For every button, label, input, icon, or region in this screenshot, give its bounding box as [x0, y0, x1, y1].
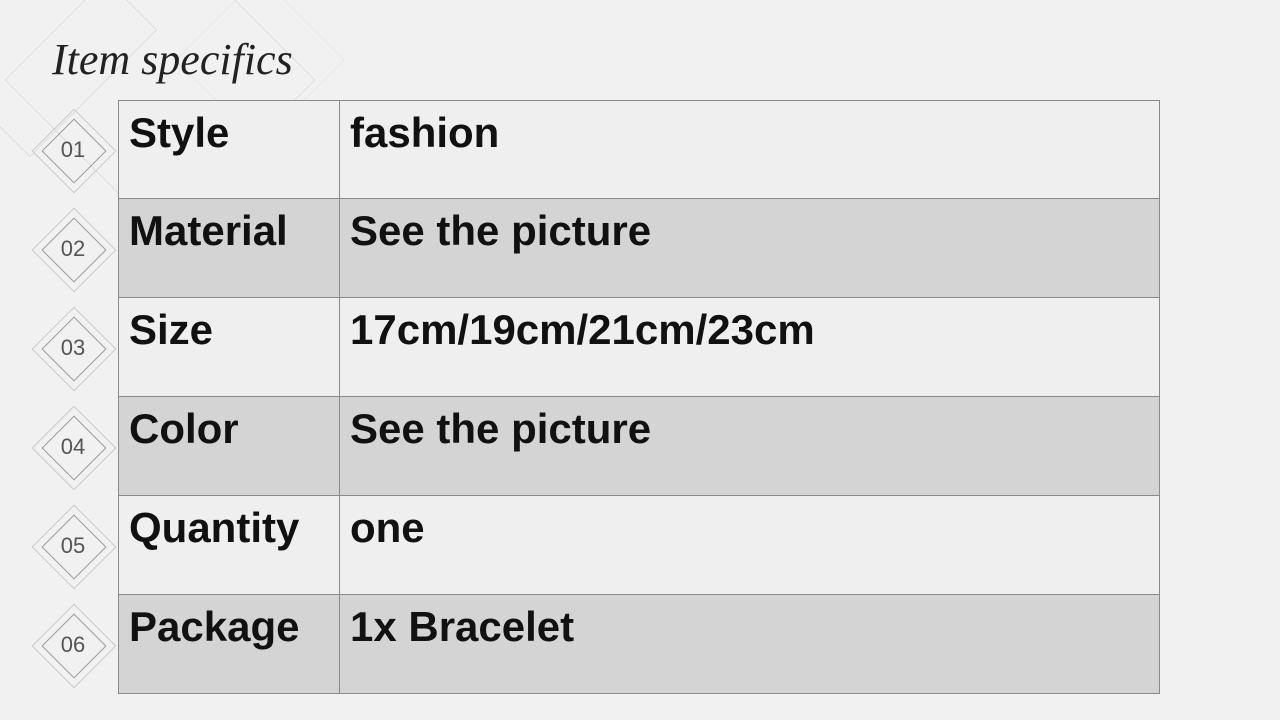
spec-key: Size: [118, 298, 340, 397]
diamond-icon: 01: [50, 127, 96, 173]
table-row: 05 Quantity one: [28, 496, 1160, 595]
row-number: 02: [61, 236, 85, 262]
row-number-badge: 05: [28, 496, 118, 595]
spec-value: 1x Bracelet: [340, 595, 1160, 694]
spec-value: fashion: [340, 100, 1160, 199]
row-number-badge: 02: [28, 199, 118, 298]
spec-key: Material: [118, 199, 340, 298]
table-row: 06 Package 1x Bracelet: [28, 595, 1160, 694]
spec-value: See the picture: [340, 397, 1160, 496]
diamond-icon: 03: [50, 325, 96, 371]
row-number: 05: [61, 533, 85, 559]
table-row: 02 Material See the picture: [28, 199, 1160, 298]
spec-key: Package: [118, 595, 340, 694]
row-number: 03: [61, 335, 85, 361]
spec-key: Quantity: [118, 496, 340, 595]
spec-key: Color: [118, 397, 340, 496]
row-number: 04: [61, 434, 85, 460]
table-row: 04 Color See the picture: [28, 397, 1160, 496]
page-title: Item specifics: [52, 34, 293, 85]
diamond-icon: 04: [50, 424, 96, 470]
spec-value: See the picture: [340, 199, 1160, 298]
row-number-badge: 04: [28, 397, 118, 496]
spec-value: one: [340, 496, 1160, 595]
row-number: 01: [61, 137, 85, 163]
row-number: 06: [61, 632, 85, 658]
spec-key: Style: [118, 100, 340, 199]
row-number-badge: 03: [28, 298, 118, 397]
specifics-table: 01 Style fashion 02 Material See the pic…: [28, 100, 1160, 694]
diamond-icon: 02: [50, 226, 96, 272]
table-row: 01 Style fashion: [28, 100, 1160, 199]
row-number-badge: 01: [28, 100, 118, 199]
row-number-badge: 06: [28, 595, 118, 694]
spec-value: 17cm/19cm/21cm/23cm: [340, 298, 1160, 397]
diamond-icon: 06: [50, 622, 96, 668]
diamond-icon: 05: [50, 523, 96, 569]
table-row: 03 Size 17cm/19cm/21cm/23cm: [28, 298, 1160, 397]
